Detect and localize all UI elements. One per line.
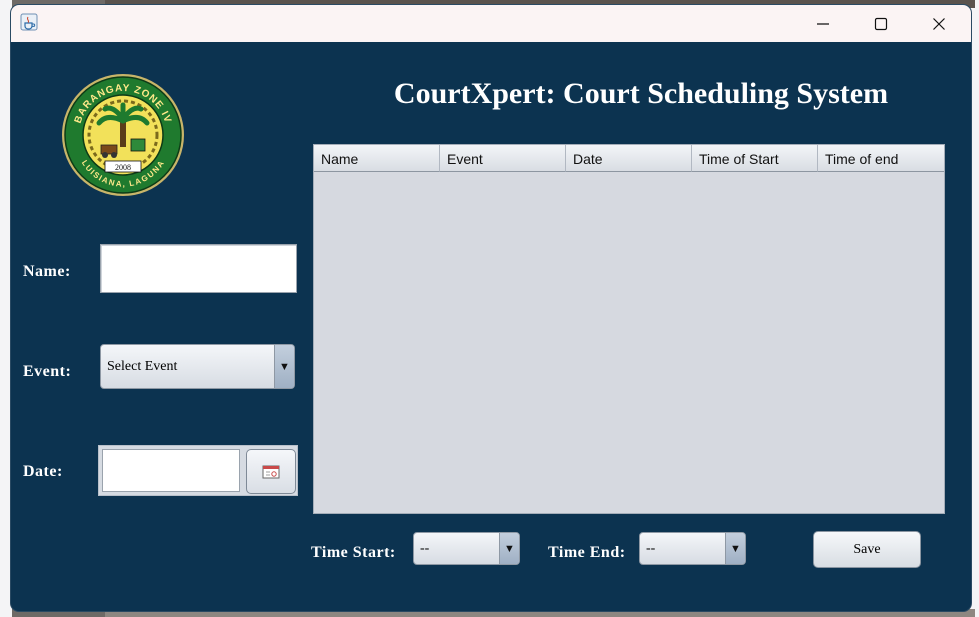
- date-chooser: [98, 445, 298, 496]
- calendar-icon: [262, 465, 280, 478]
- table-body[interactable]: [314, 172, 944, 513]
- event-label: Event:: [23, 363, 72, 380]
- date-input[interactable]: [102, 449, 240, 492]
- event-selected-value: Select Event: [107, 358, 178, 374]
- time-start-selected: --: [420, 540, 430, 556]
- time-end-selected: --: [646, 540, 656, 556]
- calendar-button[interactable]: [246, 449, 296, 494]
- save-button[interactable]: Save: [813, 531, 921, 568]
- chevron-down-icon[interactable]: ▼: [725, 533, 745, 564]
- logo-year: 2008: [115, 163, 131, 172]
- java-icon[interactable]: [20, 13, 38, 31]
- minimize-icon: [817, 22, 829, 25]
- column-header-name[interactable]: Name: [314, 145, 440, 172]
- time-end-label: Time End:: [548, 544, 626, 561]
- schedule-table[interactable]: Name Event Date Time of Start Time of en…: [313, 144, 945, 514]
- time-start-dropdown[interactable]: -- ▼: [413, 532, 520, 565]
- event-dropdown[interactable]: Select Event ▼: [100, 344, 295, 389]
- column-header-time-start[interactable]: Time of Start: [692, 145, 818, 172]
- barangay-seal-logo: BARANGAY ZONE IV LUISIANA, LAGUNA 2008: [61, 73, 185, 197]
- close-icon: [933, 17, 945, 30]
- app-window: BARANGAY ZONE IV LUISIANA, LAGUNA 2008 C…: [11, 5, 971, 611]
- chevron-down-icon[interactable]: ▼: [274, 345, 294, 388]
- maximize-icon: [874, 17, 888, 30]
- close-button[interactable]: [910, 5, 968, 42]
- maximize-button[interactable]: [852, 5, 910, 42]
- time-end-dropdown[interactable]: -- ▼: [639, 532, 746, 565]
- date-label: Date:: [23, 463, 63, 480]
- table-header: Name Event Date Time of Start Time of en…: [314, 145, 944, 172]
- column-header-date[interactable]: Date: [566, 145, 692, 172]
- name-label: Name:: [23, 263, 71, 280]
- chevron-down-icon[interactable]: ▼: [499, 533, 519, 564]
- column-header-time-end[interactable]: Time of end: [818, 145, 944, 172]
- name-input[interactable]: [100, 244, 297, 293]
- main-panel: BARANGAY ZONE IV LUISIANA, LAGUNA 2008 C…: [11, 42, 971, 611]
- minimize-button[interactable]: [794, 5, 852, 42]
- page-title: CourtXpert: Court Scheduling System: [393, 77, 889, 110]
- time-start-label: Time Start:: [311, 544, 396, 561]
- title-bar[interactable]: [11, 5, 971, 42]
- column-header-event[interactable]: Event: [440, 145, 566, 172]
